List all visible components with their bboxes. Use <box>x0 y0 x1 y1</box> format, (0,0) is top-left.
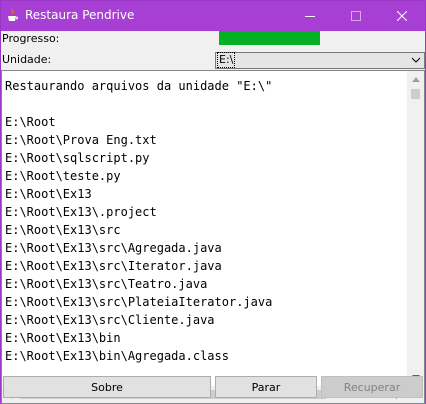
progress-label: Progresso: <box>2 32 60 45</box>
log-line: E:\Root\Ex13\bin\Agregada.class <box>5 349 229 363</box>
vertical-scrollbar[interactable] <box>407 71 424 386</box>
restore-window: Restaura Pendrive Progresso: Unidade: E:… <box>0 0 426 404</box>
log-line: E:\Root\Ex13 <box>5 187 92 201</box>
vertical-scroll-thumb[interactable] <box>411 89 420 99</box>
log-line: Restaurando arquivos da unidade "E:\" <box>5 79 273 93</box>
sobre-button[interactable]: Sobre <box>3 376 211 398</box>
recuperar-button[interactable]: Recuperar <box>321 376 423 398</box>
log-line: E:\Root\Ex13\src\Agregada.java <box>5 241 222 255</box>
minimize-button[interactable] <box>287 1 333 31</box>
progress-fill <box>219 31 320 45</box>
log-line: E:\Root\teste.py <box>5 169 121 183</box>
log-line: E:\Root <box>5 115 56 129</box>
parar-button[interactable]: Parar <box>215 376 317 398</box>
log-text-area[interactable]: Restaurando arquivos da unidade "E:\" E:\… <box>1 70 425 404</box>
close-button[interactable] <box>379 1 425 31</box>
log-line: E:\Root\Ex13\src\PlateiaIterator.java <box>5 295 273 309</box>
close-icon <box>397 11 407 21</box>
scroll-up-button[interactable] <box>407 71 424 88</box>
log-line: E:\Root\Ex13\src\Iterator.java <box>5 259 222 273</box>
log-line: E:\Root\Ex13\src <box>5 223 121 237</box>
maximize-button[interactable] <box>333 1 379 31</box>
window-title: Restaura Pendrive <box>25 8 135 22</box>
unit-label: Unidade: <box>2 53 52 66</box>
log-lines: Restaurando arquivos da unidade "E:\" E:\… <box>5 77 272 365</box>
java-cup-icon <box>8 8 18 21</box>
chevron-down-icon <box>411 57 421 63</box>
arrow-up-icon <box>411 77 420 82</box>
window-content: Progresso: Unidade: E:\ Restaurando arqu… <box>1 31 425 404</box>
progress-bar <box>215 31 425 45</box>
log-line: E:\Root\Prova Eng.txt <box>5 133 157 147</box>
log-line: E:\Root\Ex13\src\Teatro.java <box>5 277 208 291</box>
unit-select[interactable]: E:\ <box>215 52 425 69</box>
log-line: E:\Root\Ex13\.project <box>5 205 157 219</box>
log-line: E:\Root\Ex13\src\Cliente.java <box>5 313 215 327</box>
log-line: E:\Root\Ex13\bin <box>5 331 121 345</box>
maximize-icon <box>351 11 361 21</box>
title-bar[interactable]: Restaura Pendrive <box>1 1 425 31</box>
unit-select-value: E:\ <box>216 52 236 68</box>
minimize-icon <box>305 16 315 17</box>
log-line: E:\Root\sqlscript.py <box>5 151 150 165</box>
